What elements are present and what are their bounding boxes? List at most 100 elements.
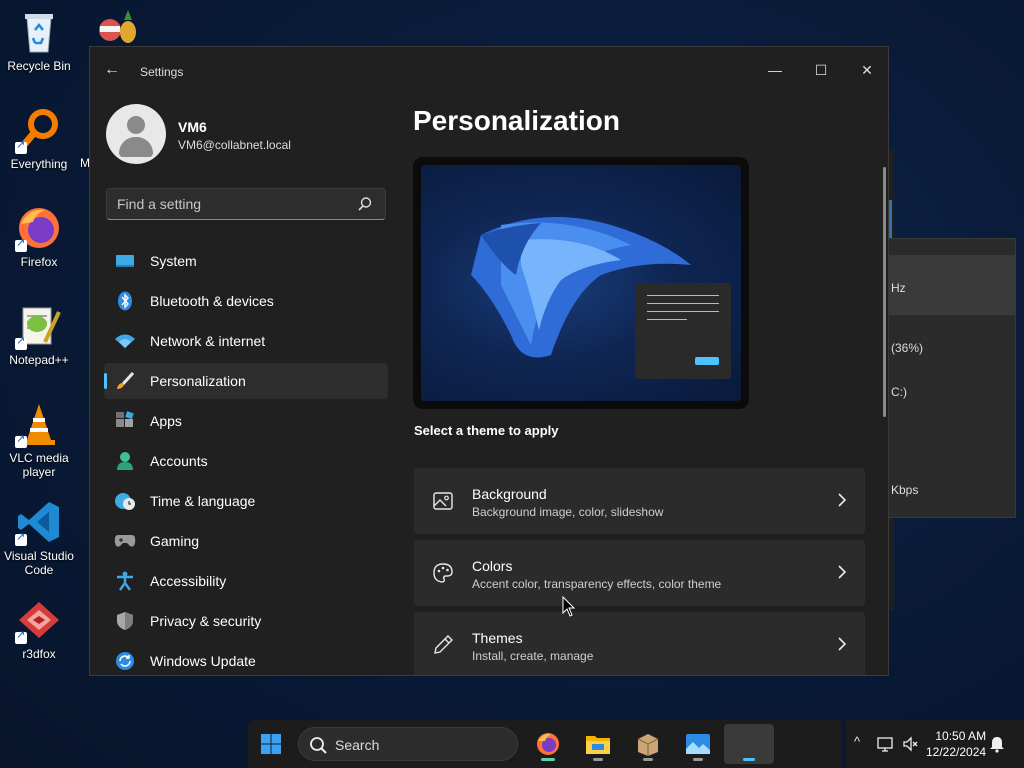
desktop-icon-label: Visual Studio Code [4,549,74,577]
shortcut-arrow-icon [15,335,27,350]
clock[interactable]: 10:50 AM 12/22/2024 [926,728,986,760]
close-button[interactable]: ✕ [844,55,888,85]
app-icon-fruit [92,6,140,46]
desktop-icon-label: Everything [10,157,68,171]
nav-item-privacy[interactable]: Privacy & security [104,603,388,639]
back-button[interactable]: ← [104,61,124,81]
desktop-icon-everything[interactable]: Everything [0,106,78,172]
desktop-icon-label: Recycle Bin [7,59,71,73]
taskbar-file-explorer-button[interactable] [578,724,618,764]
nav-item-system[interactable]: System [104,243,388,279]
chevron-right-icon [838,493,847,507]
nav-item-gaming[interactable]: Gaming [104,523,388,559]
background-window: Hz (36%) C:) Kbps [880,238,1016,518]
taskbar-firefox-button[interactable] [528,724,568,764]
user-email: VM6@collabnet.local [178,138,291,152]
colors-card[interactable]: Colors Accent color, transparency effect… [414,540,865,606]
bg-row: (36%) [891,341,924,355]
running-indicator [593,758,603,761]
preview-accent-button [695,357,719,365]
preview-mini-window [635,283,731,379]
background-card[interactable]: Background Background image, color, slid… [414,468,865,534]
nav-label: System [150,253,197,269]
desktop-icon-vlc[interactable]: VLC media player [0,400,78,480]
desktop-icon-partial[interactable] [88,6,144,50]
firefox-icon [15,204,63,252]
pen-icon [434,635,453,654]
shortcut-arrow-icon [15,433,27,448]
start-button[interactable] [251,724,291,764]
notification-bell-icon[interactable] [988,735,1006,753]
firefox-icon [537,733,559,755]
bluetooth-icon [114,290,136,312]
chevron-right-icon [838,637,847,651]
archive-box-icon [637,734,659,756]
maximize-icon: ☐ [814,61,828,78]
desktop-icon-notepadpp[interactable]: Notepad++ [0,302,78,368]
search-input[interactable] [117,194,347,214]
system-tray: ^ 10:50 AM 12/22/2024 [846,720,1024,768]
photos-icon [686,734,710,754]
tray-overflow-button[interactable]: ^ [854,734,868,754]
shortcut-arrow-icon [15,139,27,154]
desktop-icon-label: r3dfox [22,647,56,661]
desktop-icon-label: Notepad++ [9,353,69,367]
maximize-button[interactable]: ☐ [798,55,844,85]
desktop-icon-firefox[interactable]: Firefox [0,204,78,270]
card-title: Themes [472,630,523,646]
shield-icon [114,610,136,632]
window-title: Settings [140,65,184,79]
page-title: Personalization [413,105,620,136]
settings-window: ← Settings — ☐ ✕ VM6 VM6@collabnet.local [89,46,889,676]
clock-date: 12/22/2024 [926,745,987,759]
bg-row: C:) [891,385,907,399]
notepadpp-icon [15,302,63,350]
find-setting-search[interactable] [106,188,386,220]
system-icon [114,250,136,272]
running-indicator [643,758,653,761]
card-title: Colors [472,558,513,574]
desktop-icon-vscode[interactable]: Visual Studio Code [0,498,78,578]
nav-item-windows-update[interactable]: Windows Update [104,643,388,675]
title-bar[interactable]: ← Settings — ☐ ✕ [90,47,888,95]
nav-item-bluetooth[interactable]: Bluetooth & devices [104,283,388,319]
desktop-icon-label: Firefox [20,255,58,269]
nav-label: Network & internet [150,333,266,349]
avatar-head [127,116,145,134]
nav-label: Gaming [150,533,200,549]
theme-section-label: Select a theme to apply [414,423,559,438]
content-scrollbar[interactable] [883,167,886,417]
volume-muted-icon[interactable] [902,735,920,753]
themes-card[interactable]: Themes Install, create, manage [414,612,865,675]
nav-item-personalization[interactable]: Personalization [104,363,388,399]
card-subtitle: Install, create, manage [472,649,594,663]
search-icon[interactable] [357,196,373,212]
nav-item-accessibility[interactable]: Accessibility [104,563,388,599]
desktop-icon-r3dfox[interactable]: r3dfox [0,596,78,662]
card-title: Background [472,486,547,502]
shortcut-arrow-icon [15,629,27,644]
taskbar-search[interactable]: Search [298,727,518,761]
nav-label: Personalization [150,373,246,389]
avatar[interactable] [106,104,166,164]
theme-preview [413,157,749,409]
desktop-icon-recycle-bin[interactable]: Recycle Bin [0,8,78,74]
accounts-icon [114,450,136,472]
wifi-icon [114,330,136,352]
nav-label: Privacy & security [150,613,262,629]
nav-item-network[interactable]: Network & internet [104,323,388,359]
taskbar-search-label: Search [335,737,380,753]
user-name: VM6 [178,119,207,135]
taskbar-settings-button[interactable] [724,724,774,764]
minimize-button[interactable]: — [752,55,798,85]
taskbar: Search ^ 10:50 AM 12/22/2024 [0,720,1024,768]
taskbar-photos-button[interactable] [678,724,718,764]
nav-item-accounts[interactable]: Accounts [104,443,388,479]
card-subtitle: Accent color, transparency effects, colo… [472,577,722,591]
gamepad-icon [114,530,136,552]
nav-item-apps[interactable]: Apps [104,403,388,439]
network-icon[interactable] [876,735,894,753]
nav-item-time-language[interactable]: Time & language [104,483,388,519]
taskbar-archive-button[interactable] [628,724,668,764]
clock-globe-icon [114,490,136,512]
